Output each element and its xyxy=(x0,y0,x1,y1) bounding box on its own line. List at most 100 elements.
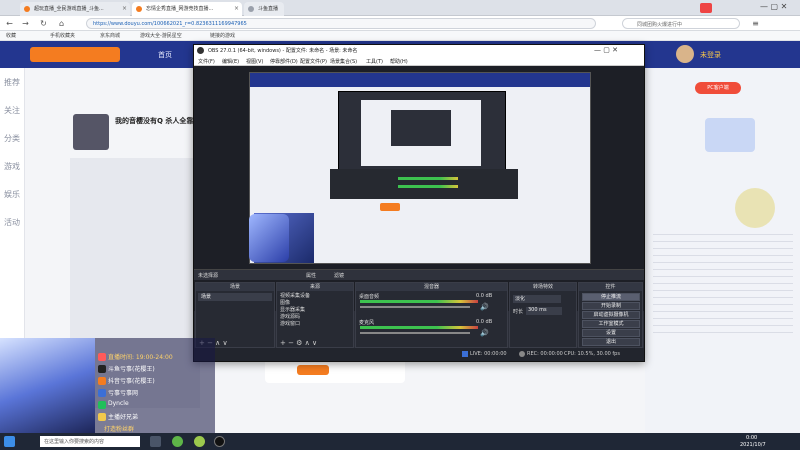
bookmark-item[interactable]: 游戏大全-游民星空 xyxy=(140,32,182,39)
filters-button[interactable]: 滤镜 xyxy=(334,272,344,279)
settings-button[interactable]: 设置 xyxy=(582,329,640,337)
obs-titlebar: OBS 27.0.1 (64-bit, windows) - 配置文件: 未命名… xyxy=(194,45,644,56)
nested-obs-docks xyxy=(330,169,518,199)
menu-docks[interactable]: 停靠部件(D) xyxy=(270,58,298,65)
browser-search-input[interactable]: 同城团购火爆进行中 xyxy=(622,18,740,29)
properties-button[interactable]: 属性 xyxy=(306,272,316,279)
rail-label: 娱乐 xyxy=(4,190,20,199)
speaker-icon[interactable]: 🔊 xyxy=(480,329,489,337)
track-db: 0.0 dB xyxy=(476,319,493,325)
rec-time: REC: 00:00:00 xyxy=(527,351,563,357)
badge-icon[interactable] xyxy=(700,3,712,13)
menu-file[interactable]: 文件(F) xyxy=(198,58,215,65)
streamer-avatar[interactable] xyxy=(73,114,109,150)
rail-item-event[interactable]: 活动 xyxy=(3,214,21,232)
back-icon[interactable]: ← xyxy=(4,18,15,29)
site-right-panel: PC客户端 xyxy=(645,68,800,436)
rail-item-category[interactable]: 分类 xyxy=(3,130,21,148)
source-item[interactable]: 游戏窗口 xyxy=(280,321,310,328)
exit-button[interactable]: 退出 xyxy=(582,338,640,346)
source-list: 视频采集设备 图像 显示器采集 游戏源码 游戏窗口 xyxy=(280,293,310,328)
volume-slider[interactable] xyxy=(360,306,470,308)
avatar[interactable] xyxy=(676,45,694,63)
source-controls[interactable]: + − ⚙ ∧ ∨ xyxy=(280,339,317,347)
dock-header: 控件 xyxy=(579,283,642,291)
volume-slider[interactable] xyxy=(360,332,470,334)
menu-icon[interactable]: ≡ xyxy=(750,18,761,29)
menu-scene-collection[interactable]: 场景集合(S) xyxy=(330,58,357,65)
studio-mode-button[interactable]: 工作室模式 xyxy=(582,320,640,328)
nested-meter xyxy=(398,177,458,180)
source-item[interactable]: 显示器采集 xyxy=(280,307,310,314)
refresh-icon[interactable]: ↻ xyxy=(38,18,49,29)
close-icon[interactable]: × xyxy=(234,5,239,12)
windows-start-icon[interactable] xyxy=(4,436,15,447)
browser-tab-1[interactable]: 超玩直播_全民游戏直播_斗鱼... × xyxy=(20,2,130,16)
promo-card[interactable] xyxy=(705,118,755,152)
menu-tools[interactable]: 工具(T) xyxy=(366,58,383,65)
track-name: 桌面音频 xyxy=(359,294,380,300)
browser-tab-bar: 超玩直播_全民游戏直播_斗鱼... × 忘情企秀直播_网游竞技直播... × 斗… xyxy=(0,0,800,16)
close-icon[interactable]: × xyxy=(122,5,127,12)
pc-client-button[interactable]: PC客户端 xyxy=(695,82,741,94)
douyu-logo[interactable] xyxy=(30,47,120,62)
menu-view[interactable]: 视图(V) xyxy=(246,58,263,65)
scene-item[interactable]: 场景 xyxy=(198,293,272,301)
window-controls[interactable]: — ▢ ✕ xyxy=(760,2,787,11)
obs-window: OBS 27.0.1 (64-bit, windows) - 配置文件: 未命名… xyxy=(193,44,645,362)
live-indicator-icon xyxy=(462,351,468,357)
wechat-icon xyxy=(98,401,106,409)
task-view-icon[interactable] xyxy=(150,436,161,447)
rail-item-entertainment[interactable]: 娱乐 xyxy=(3,186,21,204)
speaker-icon[interactable]: 🔊 xyxy=(480,303,489,311)
rail-label: 推荐 xyxy=(4,78,20,87)
audio-meter xyxy=(360,300,478,303)
overlay-line: 打造粉丝群 xyxy=(104,426,135,433)
bookmarks-bar: 收藏 手机收藏夹 京东商城 游戏大全-游民星空 链接的游戏 xyxy=(0,31,800,41)
menu-edit[interactable]: 编辑(E) xyxy=(222,58,239,65)
bookmark-item[interactable]: 链接的游戏 xyxy=(210,32,235,39)
source-item[interactable]: 游戏源码 xyxy=(280,314,310,321)
browser-tab-2[interactable]: 忘情企秀直播_网游竞技直播... × xyxy=(132,2,242,16)
rail-item-game[interactable]: 游戏 xyxy=(3,158,21,176)
virtual-camera-button[interactable]: 启动虚拟摄像机 xyxy=(582,311,640,319)
taskbar-search-input[interactable]: 在这里输入你要搜索的内容 xyxy=(40,436,140,447)
user-title[interactable]: 未登录 xyxy=(700,50,721,60)
new-tab-button[interactable]: 斗鱼直播 xyxy=(244,2,284,16)
obs-menu-bar: 文件(F) 编辑(E) 视图(V) 停靠部件(D) 配置文件(P) 场景集合(S… xyxy=(194,56,644,66)
orange-button[interactable] xyxy=(297,365,329,375)
controls-dock: 控件 停止推流 开始录制 启动虚拟摄像机 工作室模式 设置 退出 xyxy=(578,282,643,348)
source-item[interactable]: 图像 xyxy=(280,300,310,307)
duration-label: 时长 xyxy=(513,309,524,315)
overlay-line: 主播好兄弟 xyxy=(108,414,139,421)
bookmark-item[interactable]: 收藏 xyxy=(6,32,16,39)
menu-help[interactable]: 帮助(H) xyxy=(390,58,408,65)
sources-dock: 来源 视频采集设备 图像 显示器采集 游戏源码 游戏窗口 + − ⚙ ∧ ∨ xyxy=(276,282,354,348)
duration-input[interactable]: 300 ms xyxy=(526,307,562,315)
window-controls[interactable]: — ▢ ✕ xyxy=(594,46,618,54)
rail-item-recommend[interactable]: 推荐 xyxy=(3,74,21,92)
bookmark-item[interactable]: 手机收藏夹 xyxy=(50,32,75,39)
clock-icon xyxy=(98,353,106,361)
stop-streaming-button[interactable]: 停止推流 xyxy=(582,293,640,301)
mixer-dock: 混音器 桌面音频 0.0 dB 🔊 麦克风 0.0 dB 🔊 xyxy=(355,282,508,348)
forward-icon[interactable]: → xyxy=(20,18,31,29)
bookmark-item[interactable]: 京东商城 xyxy=(100,32,120,39)
stream-info-overlay: 直播时间: 19:00-24:00 斗鱼亏事(花樱王) 抖音亏事(花樱王) 亏事… xyxy=(0,338,215,434)
browser-app-icon[interactable] xyxy=(172,436,183,447)
home-icon[interactable]: ⌂ xyxy=(56,18,67,29)
chat-list xyxy=(653,228,793,338)
address-bar[interactable]: https://www.douyu.com/100662021_r=0.8236… xyxy=(86,18,596,29)
start-recording-button[interactable]: 开始录制 xyxy=(582,302,640,310)
nav-home[interactable]: 首页 xyxy=(158,50,172,60)
menu-profile[interactable]: 配置文件(P) xyxy=(300,58,327,65)
audio-meter xyxy=(360,326,478,329)
obs-app-icon[interactable] xyxy=(214,436,225,447)
rail-item-follow[interactable]: 关注 xyxy=(3,102,21,120)
transition-select[interactable]: 淡化 xyxy=(513,295,561,303)
nested-canvas xyxy=(361,100,481,166)
preview-canvas[interactable] xyxy=(249,72,591,264)
nested-meter xyxy=(398,185,458,188)
source-item[interactable]: 视频采集设备 xyxy=(280,293,310,300)
app-icon[interactable] xyxy=(194,436,205,447)
